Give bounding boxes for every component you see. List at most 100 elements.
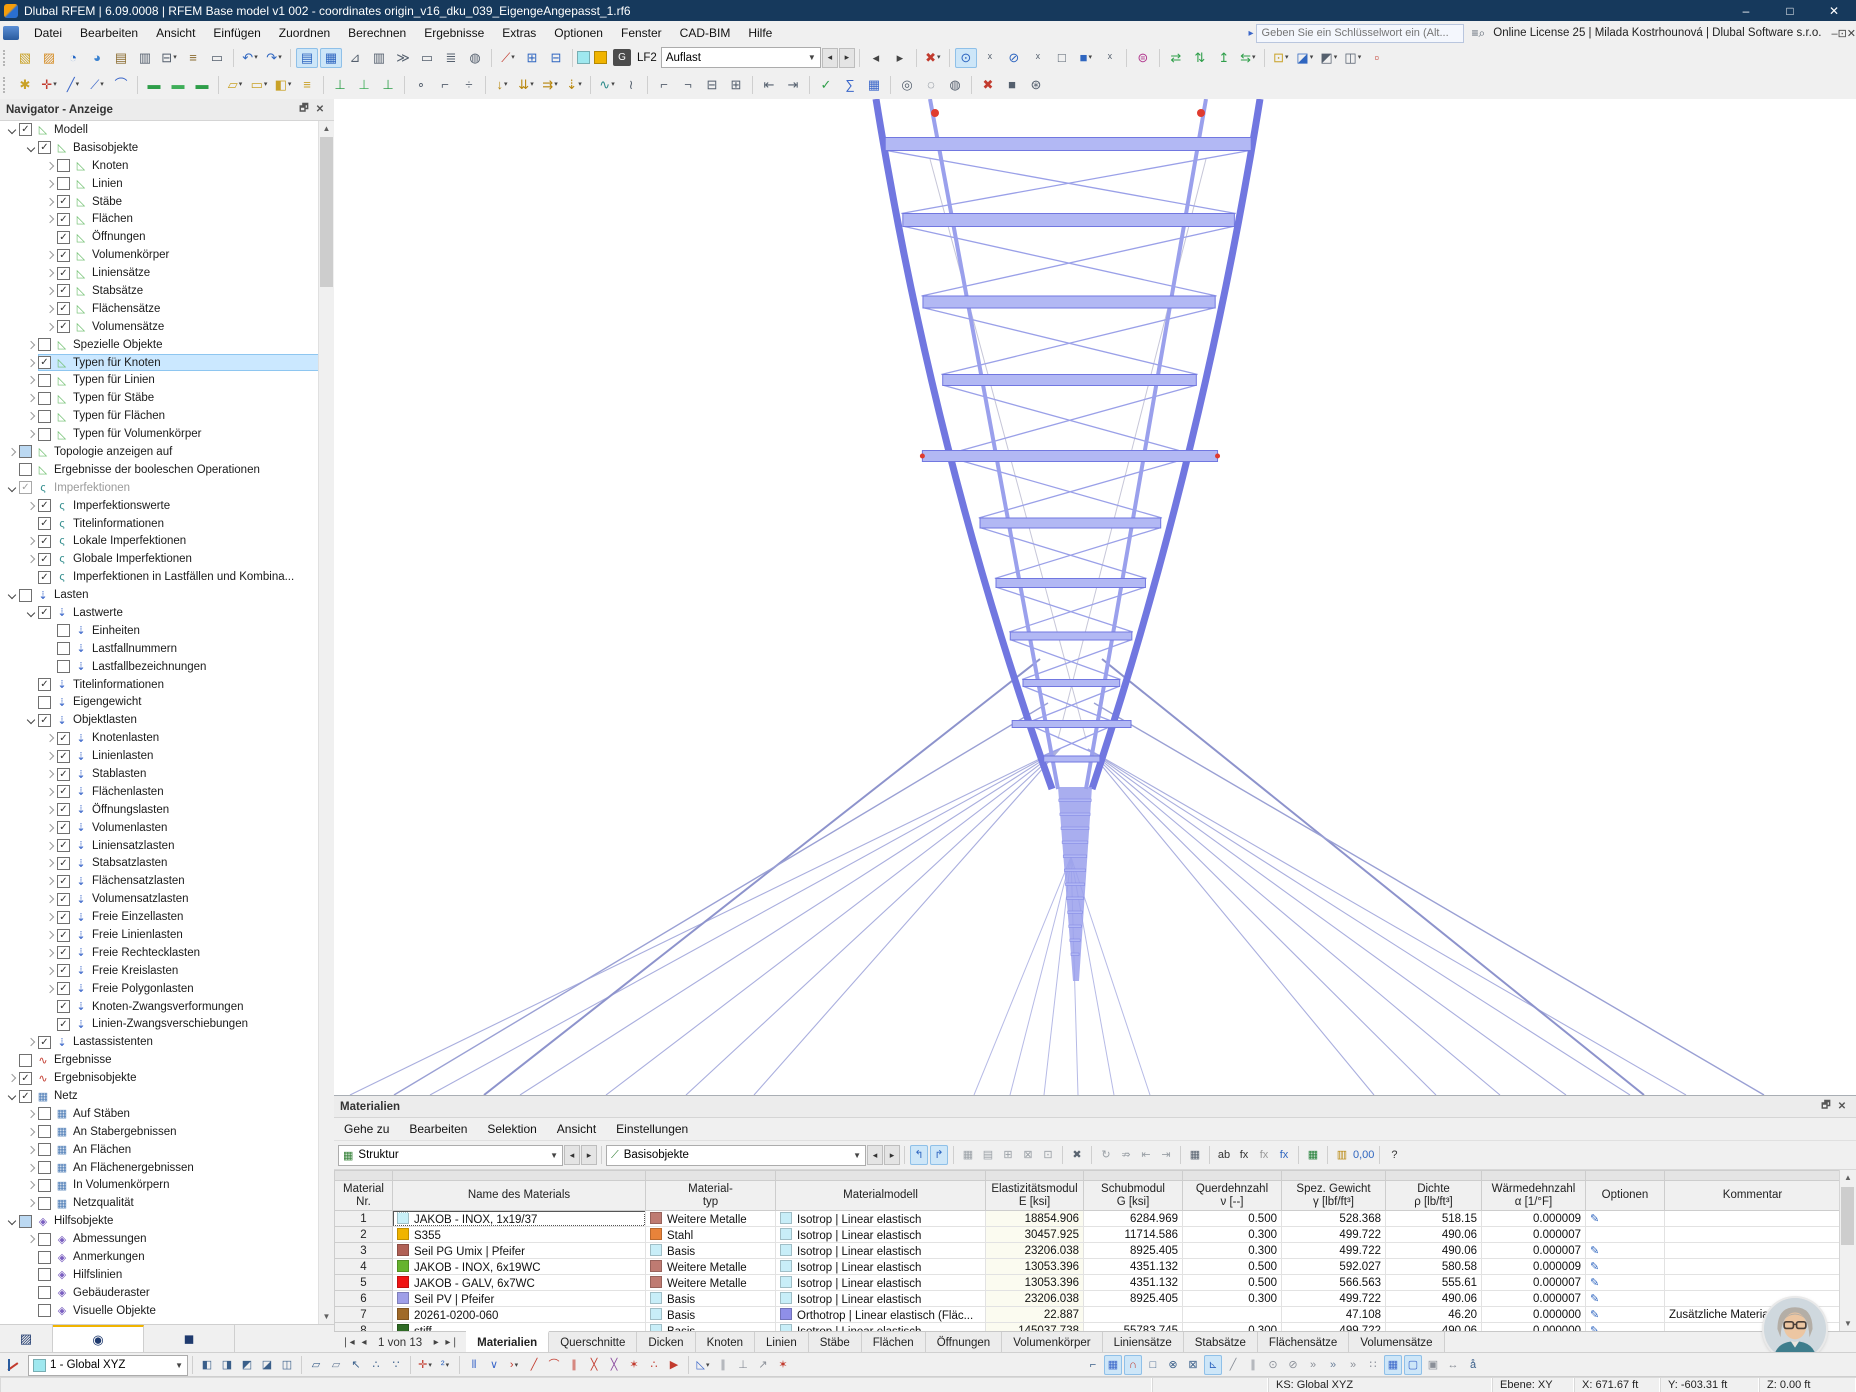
table-filter-icon[interactable]: ⊠ xyxy=(1019,1145,1037,1165)
visibility-checkbox[interactable]: ✓ xyxy=(57,768,70,781)
snap-circle-cross-icon[interactable]: ⊗ xyxy=(1164,1355,1182,1375)
expander-icon[interactable] xyxy=(42,324,57,330)
workplane-xy-icon[interactable]: ▱ xyxy=(307,1355,325,1375)
expander-icon[interactable] xyxy=(42,252,57,258)
dropdown-arrow-icon[interactable]: ▾ xyxy=(53,81,57,88)
sync-table-icon[interactable]: ↱ xyxy=(930,1145,948,1165)
shear-modulus-cell[interactable]: 11714.586 xyxy=(1084,1227,1183,1243)
table-tab-liniensätze[interactable]: Liniensätze xyxy=(1103,1332,1184,1353)
highlight-icon[interactable]: ◍ xyxy=(944,75,966,95)
panel-pin-icon[interactable]: 🗗 xyxy=(1818,1098,1834,1115)
tree-item-lasten[interactable]: ⇣Lasten xyxy=(0,586,334,604)
column-header-e[interactable]: ElastizitätsmodulE [ksi] xyxy=(986,1181,1084,1211)
poisson-ratio-cell[interactable]: 0.300 xyxy=(1183,1227,1282,1243)
poisson-ratio-cell[interactable]: 0.300 xyxy=(1183,1291,1282,1307)
chevron-right-icon[interactable] xyxy=(7,1074,15,1082)
expander-icon[interactable] xyxy=(23,431,38,437)
dropdown-arrow-icon[interactable]: ▾ xyxy=(1252,54,1256,61)
menu-ergebnisse[interactable]: Ergebnisse xyxy=(415,23,493,43)
tree-item-freie-einzellasten[interactable]: ✓⇣Freie Einzellasten xyxy=(0,908,334,926)
table-scrollbar-thumb[interactable] xyxy=(1841,1187,1854,1245)
edit-options-icon[interactable]: ✎ xyxy=(1590,1309,1599,1321)
material-name-cell[interactable]: JAKOB - GALV, 6x7WC xyxy=(393,1275,646,1291)
chevron-right-icon[interactable] xyxy=(45,287,53,295)
move-xy-icon[interactable]: ⇆▾ xyxy=(1237,48,1259,68)
snap-settings-icon[interactable]: ✱ xyxy=(14,75,36,95)
expander-icon[interactable] xyxy=(42,878,57,884)
material-type-cell[interactable]: Stahl xyxy=(646,1227,776,1243)
expander-icon[interactable] xyxy=(42,771,57,777)
material-row-2[interactable]: 2S355StahlIsotrop | Linear elastisch3045… xyxy=(335,1227,1841,1243)
chevron-down-icon[interactable]: ▼ xyxy=(847,1151,861,1160)
selection-window-icon[interactable]: ▢ xyxy=(1404,1355,1422,1375)
chevron-right-icon[interactable] xyxy=(45,752,53,760)
navigator-close-icon[interactable]: ✕ xyxy=(312,104,328,115)
visibility-checkbox[interactable]: ✓ xyxy=(57,750,70,763)
edit-options-icon[interactable]: ✎ xyxy=(1590,1261,1599,1273)
dropdown-arrow-icon[interactable]: ▾ xyxy=(937,54,941,61)
table-add-icon[interactable]: ⊞ xyxy=(999,1145,1017,1165)
material-row-8[interactable]: 8stiffBasisIsotrop | Linear elastisch145… xyxy=(335,1323,1841,1332)
edit-options-icon[interactable]: ✎ xyxy=(1590,1245,1599,1257)
visibility-checkbox[interactable] xyxy=(19,589,32,602)
tree-item-linienlasten[interactable]: ✓⇣Linienlasten xyxy=(0,747,334,765)
tree-item-imperfektionswerte[interactable]: ✓ςImperfektionswerte xyxy=(0,497,334,515)
table-scrollbar[interactable]: ▲ ▼ xyxy=(1839,1170,1856,1331)
expander-icon[interactable] xyxy=(4,1093,19,1099)
chevron-right-icon[interactable] xyxy=(45,806,53,814)
surface-load-icon[interactable]: ⇉▾ xyxy=(539,75,561,95)
move-v-icon[interactable]: ⇅ xyxy=(1189,48,1211,68)
menu-bearbeiten[interactable]: Bearbeiten xyxy=(71,23,147,43)
layers-icon[interactable]: ▣ xyxy=(1424,1355,1442,1375)
solid-numbering-icon[interactable]: ■▾ xyxy=(1075,48,1097,68)
draw-line-icon[interactable]: ╱ xyxy=(525,1355,543,1375)
navigator-tab-views[interactable]: ◼ xyxy=(144,1325,235,1352)
density-cell[interactable]: 46.20 xyxy=(1386,1307,1482,1323)
dropdown-arrow-icon[interactable]: ▾ xyxy=(706,1362,710,1369)
chevron-down-icon[interactable] xyxy=(7,591,15,599)
panel-menu-selektion[interactable]: Selektion xyxy=(477,1120,546,1138)
member-hinge-icon[interactable]: ∘ xyxy=(410,75,432,95)
visibility-checkbox[interactable]: ✓ xyxy=(57,911,70,924)
density-cell[interactable]: 490.06 xyxy=(1386,1291,1482,1307)
chevron-down-icon[interactable] xyxy=(7,126,15,134)
dropdown-arrow-icon[interactable]: ▾ xyxy=(288,81,292,88)
visibility-checkbox[interactable] xyxy=(19,1215,32,1228)
tree-item-anmerkungen[interactable]: ◈Anmerkungen xyxy=(0,1248,334,1266)
dropdown-arrow-icon[interactable]: ▾ xyxy=(173,54,177,61)
expander-icon[interactable] xyxy=(42,986,57,992)
material-number[interactable]: 1 xyxy=(335,1211,393,1227)
tree-item-eigengewicht[interactable]: ⇣Eigengewicht xyxy=(0,694,334,712)
snap-magnet-icon[interactable]: ∩ xyxy=(1124,1355,1142,1375)
poisson-ratio-cell[interactable]: 0.500 xyxy=(1183,1275,1282,1291)
chevron-right-icon[interactable] xyxy=(26,1235,34,1243)
expander-icon[interactable] xyxy=(23,717,38,723)
material-number[interactable]: 2 xyxy=(335,1227,393,1243)
density-cell[interactable]: 490.06 xyxy=(1386,1243,1482,1259)
tree-item-topologie-anzeigen-auf[interactable]: ◺Topologie anzeigen auf xyxy=(0,443,334,461)
chevron-right-icon[interactable] xyxy=(7,448,15,456)
specific-weight-cell[interactable]: 499.722 xyxy=(1282,1243,1386,1259)
expander-icon[interactable] xyxy=(42,914,57,920)
tree-item-stäbe[interactable]: ✓◺Stäbe xyxy=(0,193,334,211)
navigator-pin-icon[interactable]: 🗗 xyxy=(296,101,312,118)
expander-icon[interactable] xyxy=(42,181,57,187)
expander-icon[interactable] xyxy=(42,825,57,831)
next-page-button[interactable]: ▸ xyxy=(428,1337,444,1348)
visibility-checkbox[interactable]: ✓ xyxy=(38,535,51,548)
visibility-checkbox[interactable] xyxy=(38,1143,51,1156)
formula-delete-icon[interactable]: fx xyxy=(1255,1145,1273,1165)
column-header-gamma[interactable]: Spez. Gewichtγ [lbf/ft³] xyxy=(1282,1181,1386,1211)
tree-item-imperfektionen[interactable]: ✓ςImperfektionen xyxy=(0,479,334,497)
specific-weight-cell[interactable]: 499.722 xyxy=(1282,1291,1386,1307)
chevron-right-icon[interactable] xyxy=(45,179,53,187)
material-model-cell[interactable]: Isotrop | Linear elastisch xyxy=(776,1259,986,1275)
dropdown-arrow-icon[interactable]: ▾ xyxy=(1089,54,1093,61)
surface-numbering-icon[interactable]: □ xyxy=(1051,48,1073,68)
dropdown-arrow-icon[interactable]: ▾ xyxy=(515,1362,519,1369)
tree-item-einheiten[interactable]: ⇣Einheiten xyxy=(0,622,334,640)
tree-item-an-stabergebnissen[interactable]: ▦An Stabergebnissen xyxy=(0,1123,334,1141)
chevron-right-icon[interactable] xyxy=(45,823,53,831)
chart-view-icon[interactable]: ⊿ xyxy=(344,48,366,68)
close-button[interactable]: ✕ xyxy=(1812,0,1856,21)
